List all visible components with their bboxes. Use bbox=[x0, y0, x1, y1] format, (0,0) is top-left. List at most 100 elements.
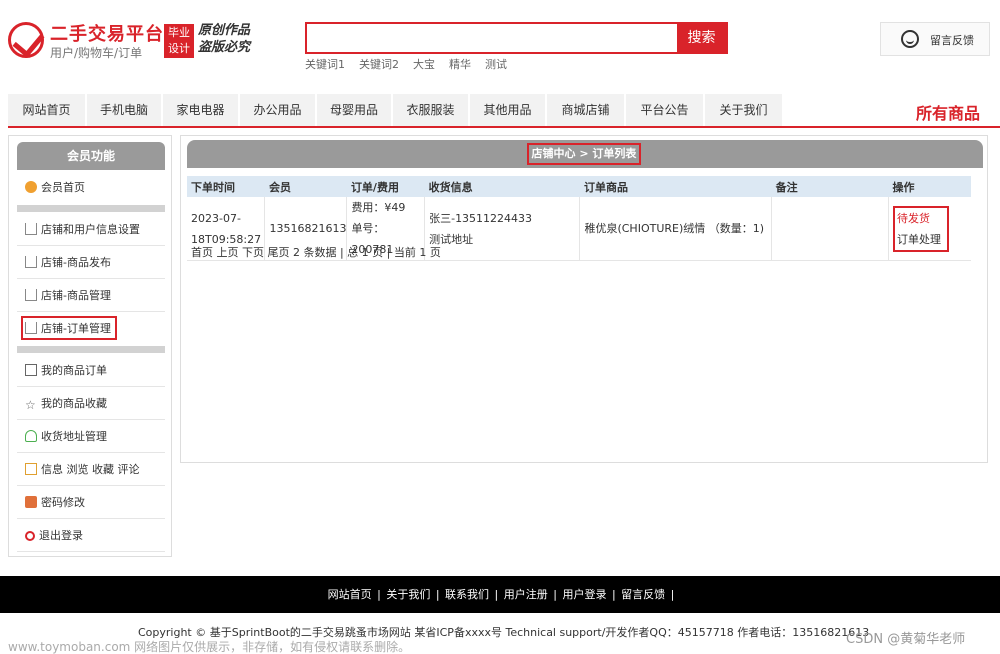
slogan: 原创作品 盗版必究 bbox=[198, 22, 250, 56]
footer-link-feedback[interactable]: 留言反馈 bbox=[621, 588, 665, 601]
sidebar-item-member-home[interactable]: 会员首页 bbox=[17, 172, 165, 204]
address-user-icon bbox=[25, 430, 37, 442]
order-time-date: 2023-07- bbox=[191, 211, 241, 225]
highlight-box: 待发货 订单处理 bbox=[893, 205, 950, 252]
search-input[interactable] bbox=[307, 24, 679, 52]
nav-item-home[interactable]: 网站首页 bbox=[8, 94, 86, 126]
house-icon bbox=[25, 289, 37, 301]
sidebar-item-password[interactable]: 密码修改 bbox=[17, 487, 165, 519]
main-nav: 网站首页 手机电脑 家电电器 办公用品 母婴用品 衣服服装 其他用品 商城店铺 … bbox=[8, 94, 1000, 128]
highlight-box bbox=[21, 316, 117, 340]
goods-cell: 稚优泉(CHIOTURE)绒情 （数量：1) bbox=[579, 197, 773, 261]
column-header: 下单时间 bbox=[187, 176, 265, 197]
sidebar-title: 会员功能 bbox=[17, 142, 165, 170]
nav-item-office[interactable]: 办公用品 bbox=[240, 94, 316, 126]
nav-item-announcements[interactable]: 平台公告 bbox=[626, 94, 704, 126]
column-header: 备注 bbox=[771, 176, 889, 197]
receiver-cell: 张三-13511224433 测试地址 bbox=[424, 197, 581, 261]
table-header-row: 下单时间 会员 订单/费用 收货信息 订单商品 备注 操作 bbox=[187, 176, 971, 197]
sidebar-item-manage-goods[interactable]: 店铺-商品管理 bbox=[17, 280, 165, 312]
sidebar-item-label: 店铺-商品管理 bbox=[41, 289, 111, 302]
keyword-link[interactable]: 关键词2 bbox=[359, 58, 399, 71]
sidebar-item-logout[interactable]: 退出登录 bbox=[17, 520, 165, 552]
receiver-address: 测试地址 bbox=[429, 232, 474, 246]
nav-item-appliances[interactable]: 家电电器 bbox=[163, 94, 239, 126]
search-box: 搜索 bbox=[305, 22, 728, 54]
action-cell: 待发货 订单处理 bbox=[889, 197, 971, 261]
all-goods-link[interactable]: 所有商品 bbox=[916, 100, 980, 124]
sidebar-item-label: 信息 浏览 收藏 评论 bbox=[41, 463, 140, 476]
order-list-panel: 店铺中心 > 订单列表 下单时间 会员 订单/费用 收货信息 订单商品 备注 操… bbox=[180, 135, 988, 463]
sidebar-item-label: 店铺-商品发布 bbox=[41, 256, 111, 269]
footer-link-register[interactable]: 用户注册 bbox=[504, 588, 548, 601]
column-header: 订单商品 bbox=[579, 176, 772, 197]
footer-links: 网站首页 | 关于我们 | 联系我们 | 用户注册 | 用户登录 | 留言反馈 … bbox=[0, 576, 1000, 613]
sidebar-item-messages[interactable]: 信息 浏览 收藏 评论 bbox=[17, 454, 165, 486]
house-icon bbox=[25, 256, 37, 268]
panel-header: 店铺中心 > 订单列表 bbox=[187, 140, 983, 168]
star-icon: ☆ bbox=[25, 398, 36, 412]
customer-service-icon bbox=[901, 30, 919, 48]
sidebar-item-label: 我的商品收藏 bbox=[41, 397, 107, 410]
keyword-link[interactable]: 大宝 bbox=[413, 58, 435, 71]
sidebar-item-label: 退出登录 bbox=[39, 529, 83, 542]
footer-link-about[interactable]: 关于我们 bbox=[386, 588, 430, 601]
sidebar-item-label: 收货地址管理 bbox=[41, 430, 107, 443]
sidebar-item-manage-orders[interactable]: 店铺-订单管理 bbox=[17, 313, 165, 345]
panel-title: 店铺中心 > 订单列表 bbox=[527, 143, 641, 165]
column-header: 操作 bbox=[888, 176, 971, 197]
sidebar-item-label: 店铺和用户信息设置 bbox=[41, 223, 140, 236]
receiver-contact: 张三-13511224433 bbox=[429, 211, 533, 225]
keyword-link[interactable]: 精华 bbox=[449, 58, 471, 71]
keyword-link[interactable]: 测试 bbox=[485, 58, 507, 71]
sidebar-divider bbox=[17, 346, 165, 353]
nav-item-baby[interactable]: 母婴用品 bbox=[317, 94, 392, 126]
sidebar-item-label: 我的商品订单 bbox=[41, 364, 107, 377]
keyword-link[interactable]: 关键词1 bbox=[305, 58, 345, 71]
sidebar-item-label: 会员首页 bbox=[41, 181, 85, 194]
lock-icon bbox=[25, 496, 37, 508]
sidebar-item-label: 密码修改 bbox=[41, 496, 85, 509]
nav-item-shops[interactable]: 商城店铺 bbox=[547, 94, 625, 126]
column-header: 订单/费用 bbox=[346, 176, 425, 197]
remark-cell bbox=[771, 197, 890, 261]
footer-link-contact[interactable]: 联系我们 bbox=[445, 588, 489, 601]
watermark-left: www.toymoban.com 网络图片仅供展示，非存储，如有侵权请联系删除。 bbox=[8, 640, 411, 654]
badge-line1: 毕业 bbox=[168, 26, 190, 39]
footer-link-home[interactable]: 网站首页 bbox=[328, 588, 372, 601]
nav-item-phones[interactable]: 手机电脑 bbox=[87, 94, 162, 126]
column-header: 收货信息 bbox=[424, 176, 580, 197]
feedback-button[interactable]: 留言反馈 bbox=[880, 22, 990, 56]
process-order-link[interactable]: 订单处理 bbox=[897, 229, 941, 250]
nav-item-about[interactable]: 关于我们 bbox=[705, 94, 783, 126]
document-icon bbox=[25, 463, 37, 475]
watermark-right: CSDN @黄菊华老师 bbox=[846, 632, 966, 647]
member-sidebar: 会员功能 会员首页 店铺和用户信息设置 店铺-商品发布 店铺-商品管理 店铺-订… bbox=[8, 135, 172, 557]
member-home-icon bbox=[25, 181, 37, 193]
hot-keywords: 关键词1 关键词2 大宝 精华 测试 bbox=[305, 56, 521, 72]
slogan-line2: 盗版必究 bbox=[198, 40, 251, 55]
badge-line2: 设计 bbox=[168, 42, 190, 55]
sidebar-item-my-favorites[interactable]: ☆ 我的商品收藏 bbox=[17, 388, 165, 420]
house-icon bbox=[25, 223, 37, 235]
sidebar-item-my-orders[interactable]: 我的商品订单 bbox=[17, 355, 165, 387]
sidebar-item-shop-settings[interactable]: 店铺和用户信息设置 bbox=[17, 214, 165, 246]
graduation-badge: 毕业 设计 bbox=[164, 24, 194, 58]
footer-link-login[interactable]: 用户登录 bbox=[562, 588, 606, 601]
order-fee: 费用：¥49 bbox=[351, 201, 406, 214]
order-status: 待发货 bbox=[897, 211, 931, 225]
pagination[interactable]: 首页 上页 下页 尾页 2 条数据 | 总 1 页 | 当前 1 页 bbox=[191, 244, 441, 260]
search-button[interactable]: 搜索 bbox=[677, 24, 726, 52]
feedback-label: 留言反馈 bbox=[930, 34, 974, 47]
sidebar-item-addresses[interactable]: 收货地址管理 bbox=[17, 421, 165, 453]
nav-item-clothing[interactable]: 衣服服装 bbox=[393, 94, 469, 126]
sidebar-item-publish-goods[interactable]: 店铺-商品发布 bbox=[17, 247, 165, 279]
order-list-icon bbox=[25, 364, 37, 376]
column-header: 会员 bbox=[264, 176, 347, 197]
slogan-line1: 原创作品 bbox=[198, 23, 251, 38]
power-icon bbox=[25, 531, 35, 541]
logo-subtitle: 用户/购物车/订单 bbox=[50, 46, 143, 60]
logo-icon bbox=[8, 22, 44, 58]
nav-item-other[interactable]: 其他用品 bbox=[470, 94, 546, 126]
sidebar-divider bbox=[17, 205, 165, 212]
